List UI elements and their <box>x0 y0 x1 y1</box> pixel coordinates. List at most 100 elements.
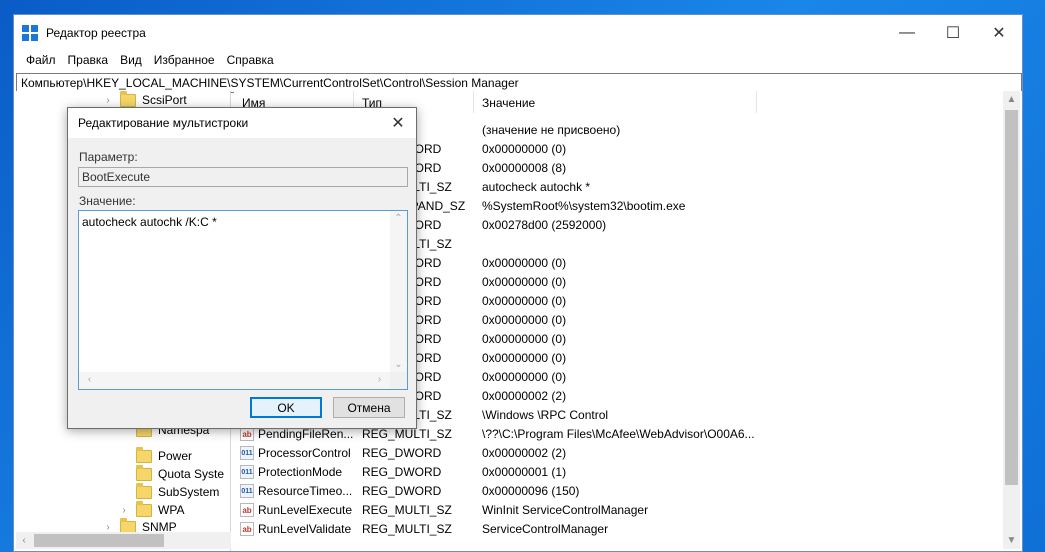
value-name: ProtectionMode <box>258 464 343 479</box>
tree-item[interactable]: SubSystem <box>118 482 220 501</box>
value-name: RunLevelExecute <box>258 502 353 517</box>
tree-item-label: SubSystem <box>158 485 220 499</box>
tree-horizontal-scrollbar[interactable]: ‹ <box>16 532 231 549</box>
tree-item[interactable]: › WPA <box>118 500 185 519</box>
value-text[interactable]: autocheck autochk /K:C * <box>82 215 217 229</box>
value-data: 0x00000096 (150) <box>482 483 580 498</box>
table-row[interactable]: 011 ResourceTimeo... REG_DWORD 0x00000096 (… <box>234 481 1002 500</box>
table-row[interactable]: ab RunLevelValidate REG_MULTI_SZ ServiceCon… <box>234 519 1002 538</box>
dialog-close-button[interactable]: ✕ <box>380 108 416 138</box>
folder-icon <box>136 482 152 499</box>
value-data: 0x00000000 (0) <box>482 255 567 270</box>
scroll-down-icon[interactable]: ▼ <box>1003 532 1020 549</box>
value-data: WinInit ServiceControlManager <box>482 502 649 517</box>
value-data: autocheck autochk * <box>482 179 591 194</box>
folder-icon <box>136 464 152 481</box>
value-data: ServiceControlManager <box>482 521 609 536</box>
tree-item-label: Power <box>158 449 193 463</box>
value-type: REG_DWORD <box>362 483 442 498</box>
tree-item-label: Quota Syste <box>158 467 225 481</box>
chevron-right-icon[interactable]: › <box>102 95 114 106</box>
scroll-down-icon[interactable]: ⌄ <box>390 359 407 370</box>
scroll-thumb[interactable] <box>1005 110 1018 485</box>
dword-value-icon: 011 <box>240 445 254 460</box>
value-name: ProcessorControl <box>258 445 351 460</box>
tree-item[interactable]: Power <box>118 446 193 465</box>
value-name-cell[interactable]: ab RunLevelValidate <box>234 521 354 536</box>
value-name: RunLevelValidate <box>258 521 352 536</box>
folder-icon <box>120 90 136 107</box>
value-data: 0x00000000 (0) <box>482 293 567 308</box>
folder-icon <box>136 500 152 517</box>
column-value[interactable]: Значение <box>474 91 757 113</box>
table-row[interactable]: 011 ProtectionMode REG_DWORD 0x00000001 (1) <box>234 462 1002 481</box>
scroll-up-icon[interactable]: ⌃ <box>390 213 407 224</box>
minimize-button[interactable]: — <box>884 15 930 50</box>
edit-multistring-dialog: Редактирование мультистроки ✕ Параметр: … <box>67 107 417 429</box>
scroll-up-icon[interactable]: ▲ <box>1003 91 1020 108</box>
chevron-right-icon[interactable]: › <box>118 505 130 516</box>
value-data: \Windows \RPC Control <box>482 407 609 422</box>
textarea-horizontal-scrollbar[interactable]: ‹ › <box>79 372 390 389</box>
dword-value-icon: 011 <box>240 483 254 498</box>
list-vertical-scrollbar[interactable]: ▲ ▼ <box>1003 91 1020 549</box>
value-data: \??\C:\Program Files\McAfee\WebAdvisor\O… <box>482 426 755 441</box>
address-bar[interactable]: Компьютер\HKEY_LOCAL_MACHINE\SYSTEM\Curr… <box>16 73 1022 93</box>
maximize-button[interactable]: ☐ <box>930 15 976 50</box>
value-data: 0x00000000 (0) <box>482 331 567 346</box>
dialog-title: Редактирование мультистроки <box>78 116 249 130</box>
window-controls: — ☐ ✕ <box>884 15 1022 50</box>
chevron-right-icon[interactable]: › <box>102 522 114 533</box>
tree-item[interactable]: Quota Syste <box>118 464 225 483</box>
param-name-field: BootExecute <box>78 167 408 187</box>
value-data: %SystemRoot%\system32\bootim.exe <box>482 198 686 213</box>
menu-view[interactable]: Вид <box>114 53 148 67</box>
menu-edit[interactable]: Правка <box>62 53 115 67</box>
param-label: Параметр: <box>79 150 138 164</box>
value-data: 0x00000002 (2) <box>482 445 567 460</box>
menu-file[interactable]: Файл <box>20 53 62 67</box>
value-name-cell[interactable]: ab RunLevelExecute <box>234 502 354 517</box>
window-title: Редактор реестра <box>46 25 146 40</box>
value-data: 0x00000008 (8) <box>482 160 567 175</box>
value-data: (значение не присвоено) <box>482 122 621 137</box>
cancel-button[interactable]: Отмена <box>333 397 405 418</box>
value-label: Значение: <box>79 194 136 208</box>
value-textarea[interactable]: autocheck autochk /K:C * ⌃ ⌄ ‹ › <box>78 210 408 390</box>
string-value-icon: ab <box>240 521 254 536</box>
scroll-left-icon[interactable]: ‹ <box>81 374 98 385</box>
ok-button[interactable]: OK <box>250 397 322 418</box>
value-type: REG_DWORD <box>362 445 442 460</box>
value-name-cell[interactable]: 011 ResourceTimeo... <box>234 483 354 498</box>
menu-favorites[interactable]: Избранное <box>148 53 221 67</box>
menu-bar: Файл Правка Вид Избранное Справка <box>14 50 1022 70</box>
string-value-icon: ab <box>240 502 254 517</box>
textarea-vertical-scrollbar[interactable]: ⌃ ⌄ <box>390 211 407 372</box>
value-type: REG_MULTI_SZ <box>362 521 452 536</box>
value-data: 0x00000000 (0) <box>482 141 567 156</box>
close-button[interactable]: ✕ <box>976 15 1022 50</box>
value-type: REG_DWORD <box>362 464 442 479</box>
registry-editor-icon <box>22 24 38 41</box>
scroll-left-icon[interactable]: ‹ <box>16 535 32 546</box>
value-data: 0x00000002 (2) <box>482 388 567 403</box>
menu-help[interactable]: Справка <box>221 53 280 67</box>
tree-item-label: ScsiPort <box>142 93 187 107</box>
value-data: 0x00000000 (0) <box>482 350 567 365</box>
title-bar: Редактор реестра — ☐ ✕ <box>14 15 1022 50</box>
value-data: 0x00000001 (1) <box>482 464 567 479</box>
dialog-title-bar: Редактирование мультистроки ✕ <box>68 108 416 138</box>
value-data: 0x00000000 (0) <box>482 274 567 289</box>
tree-item-label: WPA <box>158 503 185 517</box>
scroll-thumb[interactable] <box>34 534 164 547</box>
value-data: 0x00278d00 (2592000) <box>482 217 607 232</box>
table-row[interactable]: ab RunLevelExecute REG_MULTI_SZ WinInit Ser… <box>234 500 1002 519</box>
value-data: 0x00000000 (0) <box>482 312 567 327</box>
value-type: REG_MULTI_SZ <box>362 502 452 517</box>
table-row[interactable]: 011 ProcessorControl REG_DWORD 0x00000002 (… <box>234 443 1002 462</box>
scroll-right-icon[interactable]: › <box>371 374 388 385</box>
value-name-cell[interactable]: 011 ProcessorControl <box>234 445 354 460</box>
value-name-cell[interactable]: 011 ProtectionMode <box>234 464 354 479</box>
value-data: 0x00000000 (0) <box>482 369 567 384</box>
dword-value-icon: 011 <box>240 464 254 479</box>
